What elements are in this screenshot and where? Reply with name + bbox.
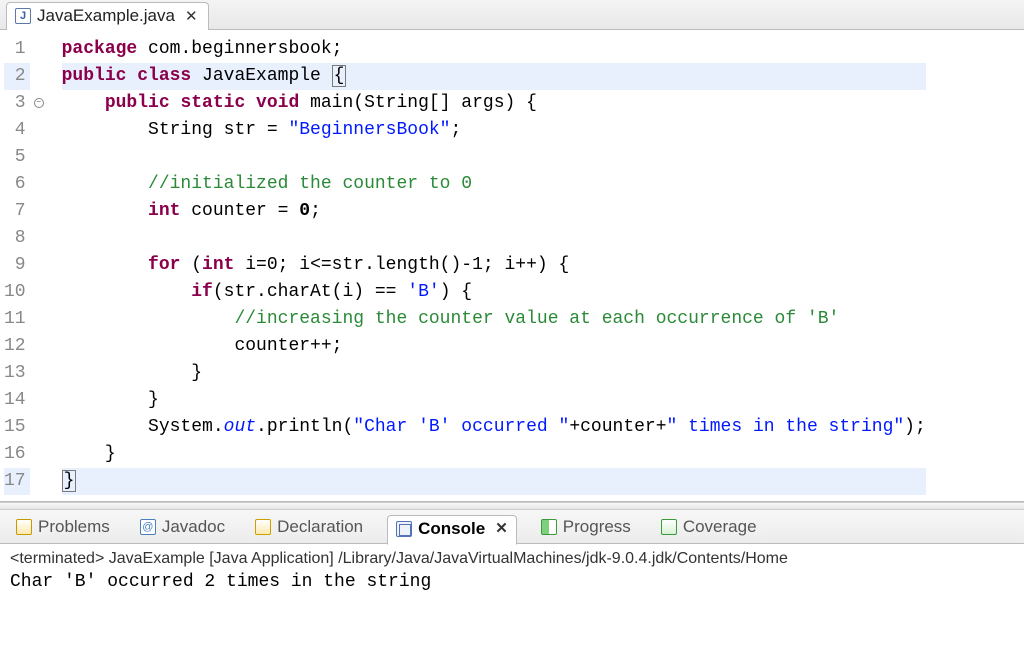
tab-label: Console xyxy=(418,519,485,539)
code-line[interactable]: } xyxy=(62,360,926,387)
code-line[interactable] xyxy=(62,144,926,171)
code-line[interactable]: if(str.charAt(i) == 'B') { xyxy=(62,279,926,306)
tab-label: Declaration xyxy=(277,517,363,537)
tab-label: Progress xyxy=(563,517,631,537)
line-number: 4 xyxy=(4,117,30,144)
line-number: 5 xyxy=(4,144,30,171)
tab-declaration[interactable]: Declaration xyxy=(249,514,369,540)
code-line[interactable]: //increasing the counter value at each o… xyxy=(62,306,926,333)
line-number: 1 xyxy=(4,36,30,63)
console-icon xyxy=(396,521,412,537)
line-number: 12 xyxy=(4,333,30,360)
code-line[interactable]: for (int i=0; i<=str.length()-1; i++) { xyxy=(62,252,926,279)
line-number-gutter: 1234567891011121314151617 xyxy=(0,30,32,501)
console-output-line: Char 'B' occurred 2 times in the string xyxy=(10,572,1014,592)
bottom-tabbar: Problems @ Javadoc Declaration Console ✕… xyxy=(0,510,1024,544)
code-area[interactable]: package com.beginnersbook;public class J… xyxy=(46,30,926,501)
tab-javadoc[interactable]: @ Javadoc xyxy=(134,514,231,540)
tab-label: Coverage xyxy=(683,517,757,537)
editor-tab-label: JavaExample.java xyxy=(37,6,175,26)
line-number: 17 xyxy=(4,468,30,495)
tab-progress[interactable]: Progress xyxy=(535,514,637,540)
line-number: 9 xyxy=(4,252,30,279)
console-run-header: <terminated> JavaExample [Java Applicati… xyxy=(10,550,1014,568)
tab-coverage[interactable]: Coverage xyxy=(655,514,763,540)
code-line[interactable]: System.out.println("Char 'B' occurred "+… xyxy=(62,414,926,441)
problems-icon xyxy=(16,519,32,535)
line-number: 11 xyxy=(4,306,30,333)
editor-tab-javaexample[interactable]: J JavaExample.java ✕ xyxy=(6,2,209,30)
code-line[interactable]: } xyxy=(62,441,926,468)
code-line[interactable]: public class JavaExample { xyxy=(62,63,926,90)
code-line[interactable]: counter++; xyxy=(62,333,926,360)
tab-label: Javadoc xyxy=(162,517,225,537)
fold-strip: − xyxy=(32,30,46,501)
line-number: 7 xyxy=(4,198,30,225)
code-line[interactable]: public static void main(String[] args) { xyxy=(62,90,926,117)
code-line[interactable]: //initialized the counter to 0 xyxy=(62,171,926,198)
line-number: 3 xyxy=(4,90,30,117)
line-number: 2 xyxy=(4,63,30,90)
line-number: 16 xyxy=(4,441,30,468)
code-line[interactable]: } xyxy=(62,468,926,495)
line-number: 15 xyxy=(4,414,30,441)
code-line[interactable] xyxy=(62,225,926,252)
line-number: 8 xyxy=(4,225,30,252)
tab-label: Problems xyxy=(38,517,110,537)
tab-problems[interactable]: Problems xyxy=(10,514,116,540)
code-line[interactable]: String str = "BeginnersBook"; xyxy=(62,117,926,144)
close-icon[interactable]: ✕ xyxy=(491,519,508,538)
close-icon[interactable]: ✕ xyxy=(181,7,198,26)
line-number: 13 xyxy=(4,360,30,387)
line-number: 6 xyxy=(4,171,30,198)
editor-tabbar: J JavaExample.java ✕ xyxy=(0,0,1024,30)
horizontal-splitter[interactable] xyxy=(0,502,1024,510)
code-editor[interactable]: 1234567891011121314151617 − package com.… xyxy=(0,30,1024,502)
line-number: 14 xyxy=(4,387,30,414)
code-line[interactable]: package com.beginnersbook; xyxy=(62,36,926,63)
javadoc-icon: @ xyxy=(140,519,156,535)
line-number: 10 xyxy=(4,279,30,306)
code-line[interactable]: int counter = 0; xyxy=(62,198,926,225)
code-line[interactable]: } xyxy=(62,387,926,414)
coverage-icon xyxy=(661,519,677,535)
declaration-icon xyxy=(255,519,271,535)
progress-icon xyxy=(541,519,557,535)
java-file-icon: J xyxy=(15,8,31,24)
fold-toggle-icon[interactable]: − xyxy=(34,98,44,108)
tab-console[interactable]: Console ✕ xyxy=(387,515,517,545)
console-panel: <terminated> JavaExample [Java Applicati… xyxy=(0,544,1024,598)
